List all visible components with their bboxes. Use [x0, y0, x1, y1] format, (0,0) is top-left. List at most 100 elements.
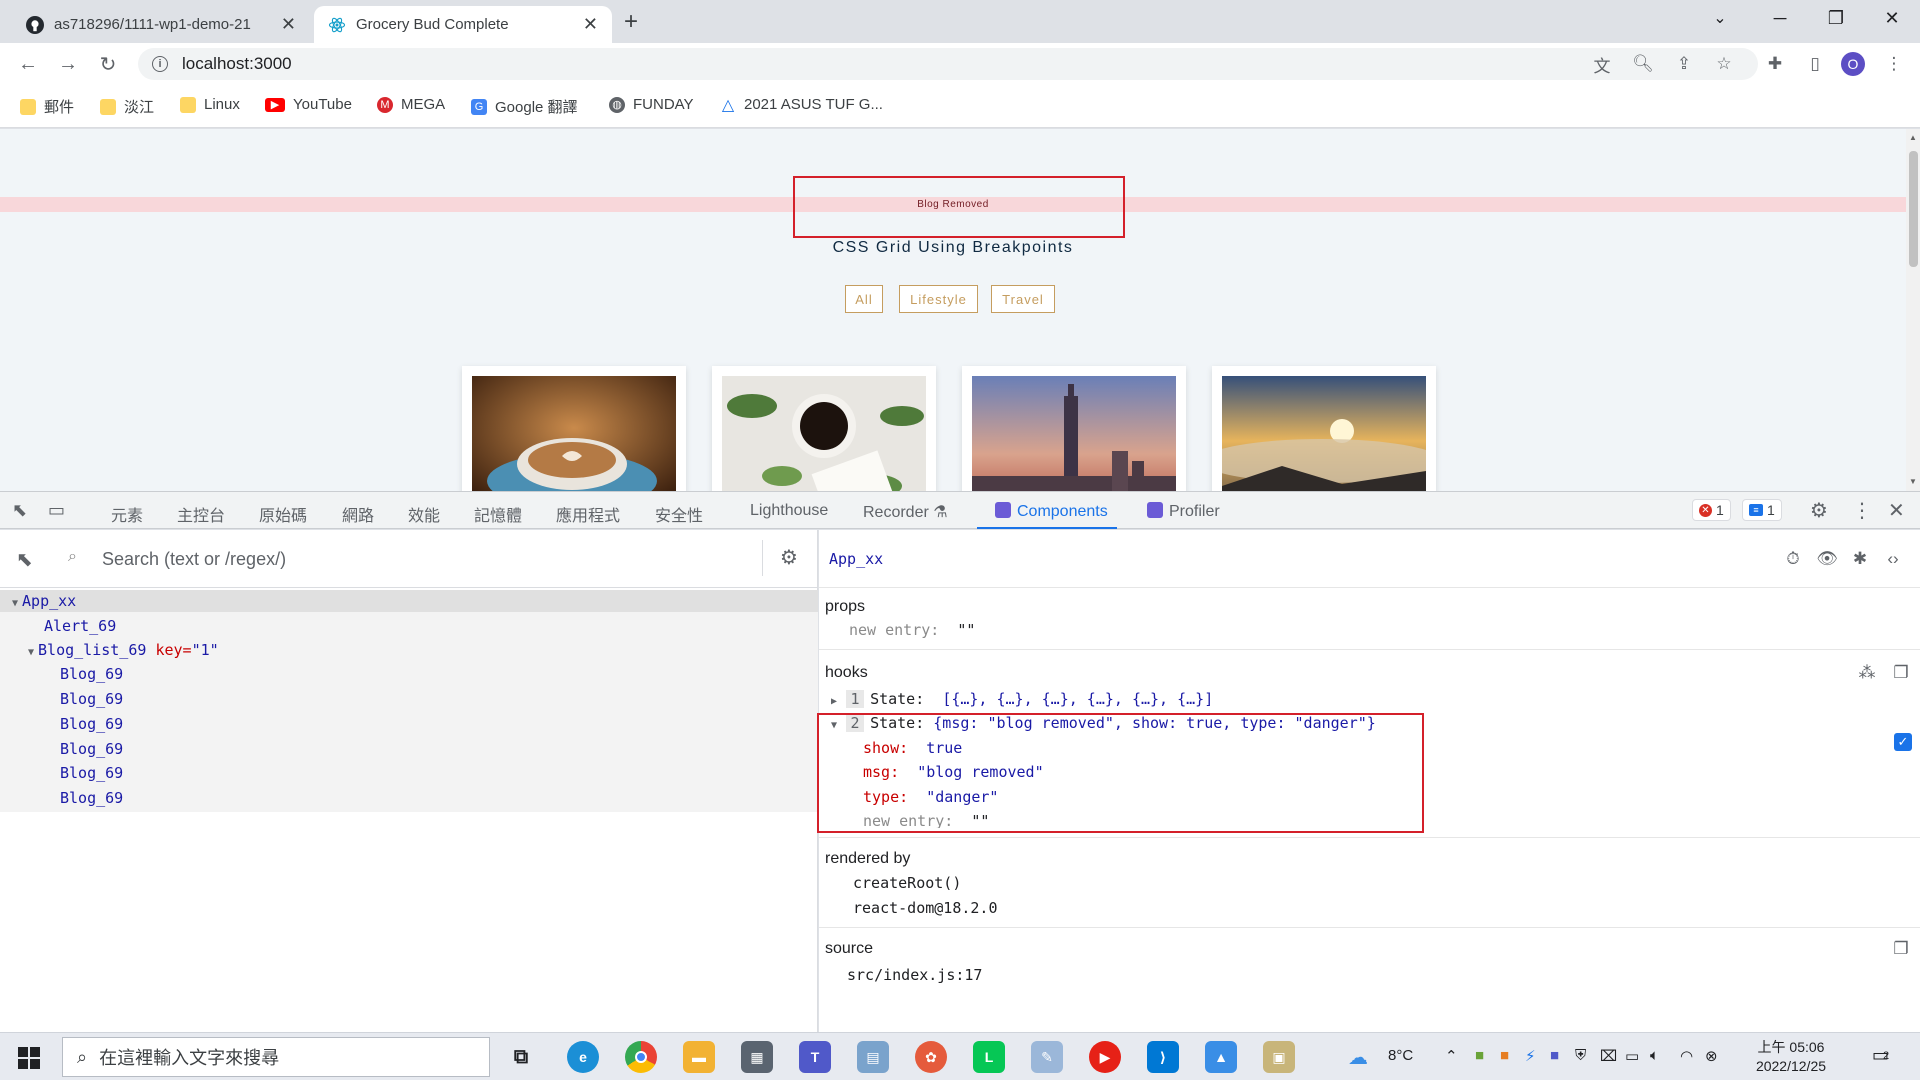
- tree-node-blog[interactable]: Blog_69: [60, 690, 123, 708]
- scroll-up-icon[interactable]: ▲: [1909, 133, 1917, 142]
- bookmark-item[interactable]: ◍ FUNDAY: [609, 96, 694, 113]
- tab-application[interactable]: 應用程式: [556, 502, 620, 526]
- weather-temperature[interactable]: 8°C: [1388, 1047, 1413, 1064]
- bookmark-item[interactable]: △ 2021 ASUS TUF G...: [720, 96, 883, 114]
- paint-brush-icon[interactable]: ✎: [1031, 1041, 1063, 1073]
- stopwatch-icon[interactable]: ⏱: [1782, 548, 1804, 570]
- filter-lifestyle-button[interactable]: Lifestyle: [899, 285, 978, 313]
- inspect-element-icon[interactable]: ⬉: [12, 500, 27, 521]
- nvidia-icon[interactable]: ■: [1475, 1047, 1484, 1064]
- tree-node-app[interactable]: ▼ App_xx: [12, 592, 76, 610]
- forward-arrow-icon[interactable]: →: [54, 50, 82, 78]
- tray-lightning-icon[interactable]: ⚡: [1525, 1047, 1536, 1065]
- wifi-icon[interactable]: ◠: [1680, 1047, 1693, 1065]
- tray-shield-icon[interactable]: ⛨: [1575, 1047, 1586, 1064]
- magic-wand-icon[interactable]: ⁂: [1856, 662, 1878, 684]
- tab-memory[interactable]: 記憶體: [474, 502, 522, 526]
- control-panel-icon[interactable]: ▤: [857, 1041, 889, 1073]
- eye-icon[interactable]: 👁︎: [1816, 548, 1838, 570]
- share-icon[interactable]: ⇪: [1672, 52, 1696, 76]
- renderer-item[interactable]: createRoot(): [853, 874, 961, 892]
- copy-icon[interactable]: ❐: [1890, 938, 1912, 960]
- tab-performance[interactable]: 效能: [408, 502, 440, 526]
- extensions-puzzle-icon[interactable]: ✚: [1763, 52, 1787, 76]
- view-source-icon[interactable]: ‹›: [1882, 548, 1904, 570]
- translate-icon[interactable]: 文: [1590, 52, 1614, 76]
- expand-arrow-icon[interactable]: ▶: [831, 696, 837, 707]
- task-view-icon[interactable]: ⧉: [505, 1041, 537, 1073]
- tree-node-blog-list[interactable]: ▼ Blog_list_69 key="1": [28, 641, 219, 659]
- close-tab-icon[interactable]: ✕: [281, 14, 296, 35]
- photos-icon[interactable]: ▲: [1205, 1041, 1237, 1073]
- calculator-icon[interactable]: ▦: [741, 1041, 773, 1073]
- vscode-icon[interactable]: ⟩: [1147, 1041, 1179, 1073]
- tree-settings-gear-icon[interactable]: ⚙: [780, 545, 798, 570]
- tab-console[interactable]: 主控台: [177, 502, 225, 526]
- tab-elements[interactable]: 元素: [111, 502, 143, 526]
- tree-node-blog[interactable]: Blog_69: [60, 764, 123, 782]
- clapper-icon[interactable]: ▣: [1263, 1041, 1295, 1073]
- tab-components[interactable]: Components: [995, 502, 1108, 521]
- filter-all-button[interactable]: All: [845, 285, 883, 313]
- tray-app-icon[interactable]: ■: [1500, 1047, 1509, 1064]
- tab-sources[interactable]: 原始碼: [259, 502, 307, 526]
- component-search-input[interactable]: [100, 545, 700, 573]
- bug-icon[interactable]: ✱: [1849, 548, 1871, 570]
- error-count-badge[interactable]: ✕ 1: [1692, 499, 1731, 521]
- props-new-entry[interactable]: new entry: "": [849, 621, 975, 639]
- devtools-settings-gear-icon[interactable]: ⚙: [1810, 498, 1828, 523]
- tree-node-blog[interactable]: Blog_69: [60, 715, 123, 733]
- zoom-icon[interactable]: 🔍︎: [1631, 52, 1655, 76]
- scrollbar-thumb[interactable]: [1909, 151, 1918, 267]
- media-player-icon[interactable]: ▶: [1089, 1041, 1121, 1073]
- reload-icon[interactable]: ↻: [94, 50, 122, 78]
- devtools-menu-kebab-icon[interactable]: ⋮: [1852, 498, 1872, 523]
- battery-icon[interactable]: ▭: [1625, 1047, 1639, 1065]
- no-connection-icon[interactable]: ⊗: [1705, 1047, 1718, 1065]
- blog-card[interactable]: [462, 366, 686, 491]
- bookmark-item[interactable]: G Google 翻譯: [471, 96, 578, 117]
- scroll-down-icon[interactable]: ▼: [1909, 477, 1917, 486]
- tray-expand-icon[interactable]: ⌃: [1445, 1047, 1458, 1065]
- filter-travel-button[interactable]: Travel: [991, 285, 1055, 313]
- tab-recorder[interactable]: Recorder ⚗: [863, 502, 948, 522]
- tab-security[interactable]: 安全性: [655, 502, 703, 526]
- show-checkbox[interactable]: ✓: [1894, 733, 1912, 751]
- bookmark-star-icon[interactable]: ☆: [1712, 52, 1736, 76]
- tab-github[interactable]: as718296/1111-wp1-demo-21 ✕: [12, 6, 310, 43]
- back-arrow-icon[interactable]: ←: [14, 50, 42, 78]
- new-tab-button[interactable]: +: [624, 8, 638, 36]
- chrome-icon[interactable]: [625, 1041, 657, 1073]
- tab-grocery-bud[interactable]: Grocery Bud Complete ✕: [314, 6, 612, 43]
- renderer-item[interactable]: react-dom@18.2.0: [853, 899, 998, 917]
- tab-lighthouse[interactable]: Lighthouse: [750, 502, 828, 520]
- copy-icon[interactable]: ❐: [1890, 662, 1912, 684]
- bookmark-item[interactable]: 淡江: [100, 96, 154, 117]
- notification-center-icon[interactable]: ▭2: [1872, 1045, 1895, 1066]
- profile-avatar[interactable]: O: [1841, 52, 1865, 76]
- hook-state-1[interactable]: ▶ 1 State: [{…}, {…}, {…}, {…}, {…}, {…}]: [831, 690, 1213, 708]
- file-explorer-icon[interactable]: ▬: [683, 1041, 715, 1073]
- blog-card[interactable]: [712, 366, 936, 491]
- weather-cloud-icon[interactable]: ☁: [1348, 1045, 1368, 1070]
- address-bar[interactable]: i localhost:3000: [138, 48, 1758, 80]
- message-count-badge[interactable]: ≡ 1: [1742, 499, 1782, 521]
- restore-button[interactable]: ❐: [1808, 0, 1864, 36]
- edge-icon[interactable]: e: [567, 1041, 599, 1073]
- tab-search-dropdown-icon[interactable]: ⌄: [1692, 0, 1748, 36]
- tray-teams-icon[interactable]: ■: [1550, 1047, 1559, 1064]
- expand-arrow-icon[interactable]: ▼: [28, 647, 34, 658]
- tree-node-blog[interactable]: Blog_69: [60, 665, 123, 683]
- line-icon[interactable]: L: [973, 1041, 1005, 1073]
- select-element-icon[interactable]: ⬉: [16, 547, 33, 572]
- blog-card[interactable]: [1212, 366, 1436, 491]
- taskbar-search-box[interactable]: ⌕ 在這裡輸入文字來搜尋: [62, 1037, 490, 1077]
- minimize-button[interactable]: ─: [1752, 0, 1808, 36]
- paint-icon[interactable]: ✿: [915, 1041, 947, 1073]
- devtools-close-icon[interactable]: ✕: [1888, 498, 1905, 523]
- windows-start-icon[interactable]: [18, 1047, 40, 1073]
- bookmark-item[interactable]: ▶ YouTube: [265, 96, 352, 113]
- menu-kebab-icon[interactable]: ⋮: [1882, 52, 1906, 76]
- bookmark-item[interactable]: 郵件: [20, 96, 74, 117]
- source-file-link[interactable]: src/index.js:17: [847, 966, 982, 984]
